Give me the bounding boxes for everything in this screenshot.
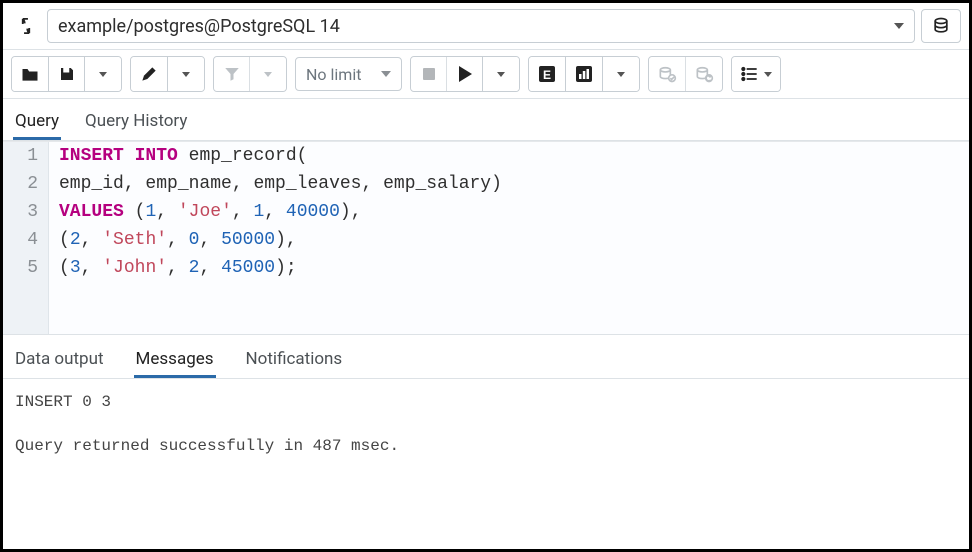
messages-panel: INSERT 0 3 Query returned successfully i… [3,379,969,469]
edit-button[interactable] [131,57,168,91]
filter-dropdown[interactable] [250,57,286,91]
code-line[interactable]: 2emp_id, emp_name, emp_leaves, emp_salar… [3,170,969,198]
message-status: Query returned successfully in 487 msec. [15,437,957,455]
stop-button[interactable] [411,57,447,91]
code-line[interactable]: 4(2, 'Seth', 0, 50000), [3,226,969,254]
connection-status-icon [11,11,41,41]
line-number: 3 [3,198,49,226]
svg-text:E: E [543,68,551,82]
tab-notifications[interactable]: Notifications [244,345,345,378]
macros-button[interactable] [732,57,780,91]
message-result: INSERT 0 3 [15,393,957,411]
code-line[interactable]: 1INSERT INTO emp_record( [3,142,969,170]
rollback-button[interactable] [686,57,722,91]
explain-dropdown[interactable] [603,57,639,91]
connection-label: example/postgres@PostgreSQL 14 [58,16,340,37]
code-line[interactable]: 5(3, 'John', 2, 45000); [3,254,969,282]
code-content[interactable]: emp_id, emp_name, emp_leaves, emp_salary… [49,170,502,198]
execute-dropdown[interactable] [483,57,519,91]
code-content[interactable]: (2, 'Seth', 0, 50000), [49,226,297,254]
tab-messages[interactable]: Messages [134,345,216,378]
sql-editor[interactable]: 1INSERT INTO emp_record(2emp_id, emp_nam… [3,141,969,334]
tab-data-output[interactable]: Data output [13,345,106,378]
code-content[interactable]: VALUES (1, 'Joe', 1, 40000), [49,198,362,226]
row-limit-selector[interactable]: No limit [295,57,402,91]
save-button[interactable] [49,57,85,91]
open-file-button[interactable] [12,57,49,91]
chevron-down-icon [894,23,904,29]
execute-button[interactable] [447,57,483,91]
filter-button[interactable] [214,57,250,91]
tab-query-history[interactable]: Query History [83,107,189,140]
connection-selector[interactable]: example/postgres@PostgreSQL 14 [47,9,915,43]
commit-button[interactable] [649,57,686,91]
row-limit-label: No limit [306,65,361,84]
new-connection-button[interactable] [921,9,961,43]
chevron-down-icon [381,71,391,77]
tab-query[interactable]: Query [13,107,61,140]
save-dropdown[interactable] [85,57,121,91]
explain-button[interactable]: E [529,57,566,91]
code-content[interactable]: (3, 'John', 2, 45000); [49,254,297,282]
code-line[interactable]: 3VALUES (1, 'Joe', 1, 40000), [3,198,969,226]
code-content[interactable]: INSERT INTO emp_record( [49,142,307,170]
line-number: 1 [3,142,49,170]
line-number: 5 [3,254,49,282]
line-number: 4 [3,226,49,254]
edit-dropdown[interactable] [168,57,204,91]
line-number: 2 [3,170,49,198]
explain-analyze-button[interactable] [566,57,603,91]
